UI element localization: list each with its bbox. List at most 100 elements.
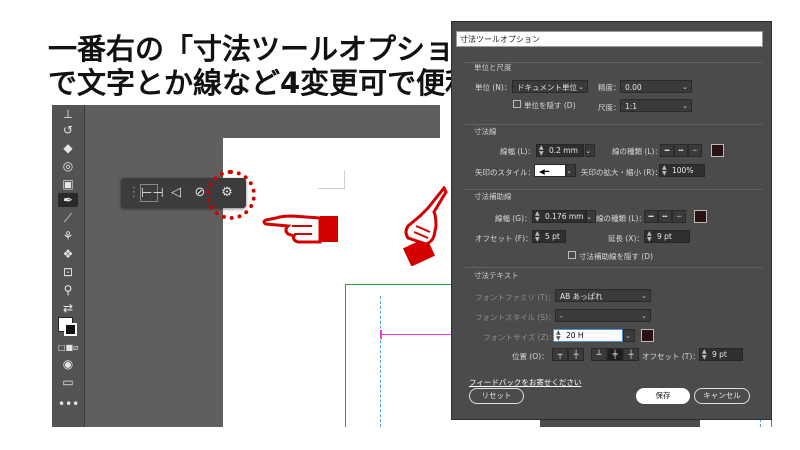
scale-dropdown[interactable]: 1:1 ⌄ <box>620 99 692 112</box>
arrow-left-icon: ◀━ <box>539 167 550 176</box>
dimension-tool-options-dialog: 寸法ツールオプション 単位と尺度 単位 (N)： ドキュメント単位 ⌄ 精度： 0… <box>451 21 772 420</box>
dotted-line-icon[interactable]: ┈ <box>672 210 686 223</box>
text-offset-input[interactable]: ▲ ▼ 9 pt <box>699 348 743 361</box>
stepper-icon[interactable]: ▲ ▼ <box>539 145 544 157</box>
crop-mark <box>318 188 344 189</box>
stepper-icon[interactable]: ▲ ▼ <box>662 165 667 177</box>
section-units-title: 単位と尺度 <box>474 63 512 72</box>
font-size-dropdown[interactable]: ⌄ <box>623 329 635 342</box>
position-center-icon[interactable]: ┼ <box>568 348 584 361</box>
zoom-tool-icon[interactable]: ⚲ <box>58 283 78 297</box>
stepper-icon[interactable]: ▲ ▼ <box>535 231 540 243</box>
position-inline-icon[interactable]: ╪ <box>607 348 623 361</box>
chevron-down-icon: ⌄ <box>625 332 631 340</box>
extend-value: 9 pt <box>657 232 672 241</box>
blue-guide <box>380 296 381 427</box>
dim-weight-input[interactable]: ▲ ▼ 0.2 mm <box>536 144 584 157</box>
offset-input[interactable]: ▲ ▼ 5 pt <box>532 230 566 243</box>
precision-dropdown[interactable]: 0.00 ⌄ <box>620 80 692 93</box>
more-tools-icon[interactable]: ••• <box>58 397 79 411</box>
dimension-tool-icon[interactable]: ⊢⊣ <box>140 184 164 202</box>
dim-weight-value: 0.2 mm <box>549 146 578 155</box>
dotted-line-icon[interactable]: ┈ <box>688 144 702 157</box>
stroke-swatch[interactable] <box>64 323 77 336</box>
arrow-style-chevron[interactable]: ⌄ <box>566 164 576 177</box>
cancel-button[interactable]: キャンセル <box>694 388 750 404</box>
arrow-style-label: 矢印のスタイル： <box>475 168 535 177</box>
canvas-pasteboard-top <box>84 105 440 138</box>
reset-button[interactable]: リセット <box>469 388 524 404</box>
chevron-down-icon: ⌄ <box>641 292 647 300</box>
blend-tool-icon[interactable]: ⚘ <box>58 229 78 243</box>
pointing-hand-icon <box>402 186 448 266</box>
artboard-tool-icon[interactable]: ⊡ <box>58 265 78 279</box>
extend-input[interactable]: ▲ ▼ 9 pt <box>644 230 690 243</box>
font-style-dropdown[interactable]: - ⌄ <box>555 309 651 322</box>
position-outside-icon[interactable]: ┼ <box>623 348 639 361</box>
swap-colors-icon[interactable]: ⇄ <box>58 301 78 315</box>
screen-mode-icon[interactable]: ▭ <box>58 375 78 389</box>
solid-line-icon[interactable]: ━ <box>644 210 658 223</box>
stepper-icon[interactable]: ▲ ▼ <box>647 231 652 243</box>
dimension-tool-icon[interactable]: ✒ <box>58 193 78 207</box>
text-offset-value: 9 pt <box>712 350 727 359</box>
canvas-pasteboard <box>84 105 223 427</box>
rotate-tool-icon[interactable]: ↺ <box>58 123 78 137</box>
tools-panel: ⊥ ↺ ◆ ◎ ▣ ✒ ⟋ ⚘ ❖ ⊡ ⚲ ⇄ □■⧄ ◉ ▭ ••• <box>52 105 85 427</box>
position-below-icon[interactable]: ┴ <box>591 348 607 361</box>
pointing-hand-icon <box>262 214 338 244</box>
ext-weight-input[interactable]: ▲ ▼ 0.176 mm <box>532 210 586 223</box>
pen-tool-icon[interactable]: ⊥ <box>58 107 78 121</box>
green-guide <box>345 284 452 285</box>
eyedropper-tool-icon[interactable]: ⟋ <box>58 211 78 225</box>
symbol-sprayer-icon[interactable]: ❖ <box>58 247 78 261</box>
magenta-guide <box>382 334 452 335</box>
position-label: 位置 (O)： <box>512 352 549 361</box>
arrow-style-dropdown[interactable]: ◀━ <box>534 164 566 177</box>
save-button[interactable]: 保存 <box>636 388 690 404</box>
color-mode-icon[interactable]: □■⧄ <box>58 341 78 355</box>
font-style-label: フォントスタイル (S)： <box>475 313 556 322</box>
font-style-value: - <box>560 312 563 321</box>
ext-weight-dropdown[interactable]: ⌄ <box>586 210 596 223</box>
eraser-tool-icon[interactable]: ◆ <box>58 141 78 155</box>
hide-units-checkbox[interactable] <box>513 100 521 108</box>
text-color-swatch[interactable] <box>641 329 654 342</box>
dim-color-swatch[interactable] <box>711 144 724 157</box>
stepper-icon[interactable]: ▲ ▼ <box>535 211 540 223</box>
arrow-scale-value: 100% <box>672 166 694 175</box>
highlight-circle <box>206 170 256 220</box>
precision-value: 0.00 <box>625 83 642 92</box>
arrow-scale-label: 矢印の拡大・縮小 (R)： <box>581 168 662 177</box>
chevron-down-icon: ⌄ <box>585 147 591 155</box>
hide-ext-checkbox[interactable] <box>568 251 576 259</box>
font-family-dropdown[interactable]: AB あっぱれ ⌄ <box>555 289 651 302</box>
scale-label: 尺度： <box>598 103 621 112</box>
unit-label: 単位 (N)： <box>475 83 512 92</box>
dashed-line-icon[interactable]: ╍ <box>658 210 672 223</box>
position-above-icon[interactable]: ┬ <box>552 348 568 361</box>
chevron-down-icon: ⌄ <box>682 83 688 91</box>
font-size-value: 20 H <box>566 331 584 340</box>
section-dimline-title: 寸法線 <box>474 127 497 136</box>
font-size-input[interactable]: ▲ ▼ 20 H <box>553 329 623 342</box>
chevron-down-icon: ⌄ <box>641 312 647 320</box>
font-family-value: AB あっぱれ <box>560 292 603 301</box>
warp-tool-icon[interactable]: ◎ <box>58 159 78 173</box>
font-family-label: フォントファミリ (T)： <box>475 293 556 302</box>
feedback-link[interactable]: フィードバックをお寄せください <box>469 377 581 388</box>
unit-dropdown[interactable]: ドキュメント単位 ⌄ <box>512 80 588 93</box>
gradient-tool-icon[interactable]: ▣ <box>58 177 78 191</box>
dashed-line-icon[interactable]: ╍ <box>674 144 688 157</box>
draw-mode-icon[interactable]: ◉ <box>58 357 78 371</box>
section-text-title: 寸法テキスト <box>474 271 519 280</box>
triangle-icon[interactable]: ◁ <box>167 184 185 202</box>
dim-weight-dropdown[interactable]: ⌄ <box>585 144 595 157</box>
ext-color-swatch[interactable] <box>694 210 707 223</box>
chevron-down-icon: ⌄ <box>578 83 584 91</box>
stepper-icon[interactable]: ▲ ▼ <box>556 330 561 342</box>
solid-line-icon[interactable]: ━ <box>660 144 674 157</box>
offset-label: オフセット (F)： <box>475 234 533 243</box>
stepper-icon[interactable]: ▲ ▼ <box>702 349 707 361</box>
arrow-scale-input[interactable]: ▲ ▼ 100% <box>659 164 705 177</box>
